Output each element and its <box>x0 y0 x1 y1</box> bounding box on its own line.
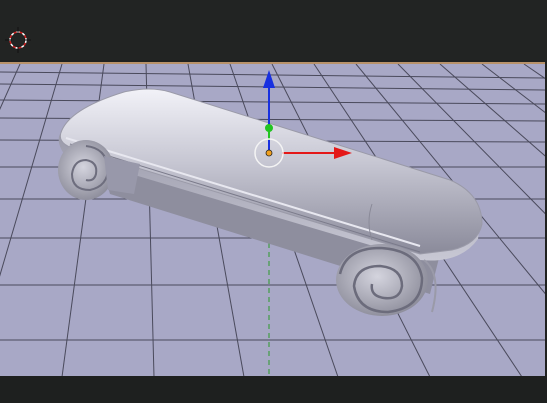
y-axis-arrow[interactable] <box>263 70 275 88</box>
cursor-3d-icon[interactable] <box>5 27 31 53</box>
origin-point-icon <box>265 149 273 157</box>
z-axis-handle[interactable] <box>265 124 273 132</box>
viewport-scene[interactable] <box>0 64 545 377</box>
3d-viewport[interactable] <box>0 62 545 379</box>
top-toolbar <box>0 0 547 60</box>
transform-gizmo-icon[interactable] <box>254 70 352 168</box>
bottom-toolbar <box>0 376 547 403</box>
